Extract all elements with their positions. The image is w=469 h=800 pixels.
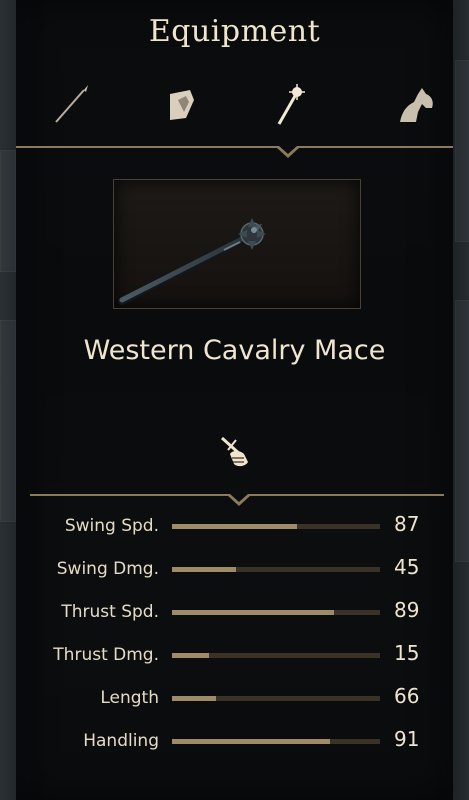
stat-row: Swing Dmg. 45 [16, 555, 453, 585]
stat-bar-track [172, 739, 380, 744]
stat-bar-track [172, 696, 380, 701]
stat-bar-fill [172, 696, 216, 701]
spear-icon [55, 85, 88, 123]
item-name: Western Cavalry Mace [83, 335, 386, 366]
one-handed-weapon-icon [218, 432, 254, 470]
horse-icon [400, 88, 433, 122]
stat-value: 87 [394, 512, 420, 536]
stat-label: Thrust Dmg. [53, 645, 159, 665]
active-tab-indicator [276, 146, 300, 158]
mace-icon [277, 84, 305, 125]
stat-label: Swing Dmg. [56, 559, 159, 579]
stone-wall-left [0, 150, 16, 272]
stat-row: Swing Spd. 87 [16, 512, 453, 542]
stat-row: Thrust Dmg. 15 [16, 641, 453, 671]
stat-label: Swing Spd. [64, 516, 159, 536]
stat-bar-track [172, 610, 380, 615]
stat-label: Thrust Spd. [61, 602, 159, 622]
stat-row: Handling 91 [16, 727, 453, 757]
item-preview [113, 179, 361, 309]
mace-icon [118, 218, 266, 305]
stat-bar-track [172, 524, 380, 529]
panel-title: Equipment [148, 14, 321, 49]
tab-shield[interactable] [156, 82, 206, 128]
stone-wall-right [455, 60, 469, 242]
tab-mace[interactable] [265, 82, 315, 128]
shield-icon [170, 90, 194, 120]
stat-value: 15 [394, 641, 420, 665]
stats-indicator [227, 494, 251, 506]
tabs-divider [16, 146, 453, 148]
stat-bar-track [172, 653, 380, 658]
stat-bar-fill [172, 653, 210, 658]
stat-bar-track [172, 567, 380, 572]
stat-value: 89 [394, 598, 420, 622]
stat-label: Handling [83, 731, 159, 751]
stat-value: 91 [394, 727, 420, 751]
stat-bar-fill [172, 524, 297, 529]
stat-row: Thrust Spd. 89 [16, 598, 453, 628]
tab-mount[interactable] [392, 82, 442, 128]
stat-bar-fill [172, 567, 237, 572]
stat-label: Length [100, 688, 159, 708]
stat-value: 66 [394, 684, 420, 708]
tab-polearm[interactable] [46, 82, 96, 128]
stat-bar-fill [172, 610, 335, 615]
stat-value: 45 [394, 555, 420, 579]
stat-row: Length 66 [16, 684, 453, 714]
stat-bar-fill [172, 739, 331, 744]
